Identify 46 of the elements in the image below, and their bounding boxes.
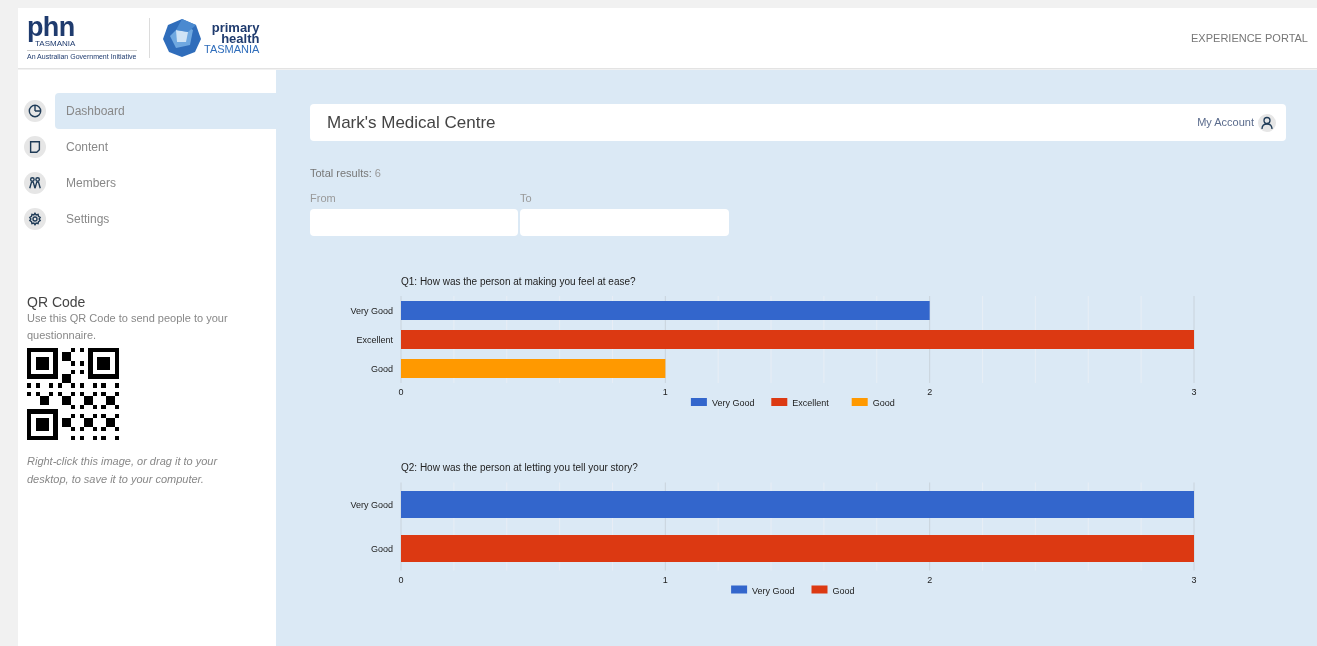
field-label: To	[520, 191, 533, 205]
axis-tick-label: 2	[927, 386, 933, 397]
total-results-label: Total results:	[310, 166, 372, 181]
sidebar-item[interactable]: Content	[55, 129, 276, 165]
axis-tick-label: 3	[1191, 574, 1197, 584]
chart-title: Q2: How was the person at letting you tell your story?	[401, 461, 638, 473]
to-date-field[interactable]	[520, 208, 729, 236]
legend-label: Good	[832, 585, 855, 595]
sidebar-item[interactable]: Dashboard	[55, 93, 276, 129]
axis-tick-label: 2	[927, 574, 933, 584]
legend-label: Excellent	[792, 397, 829, 408]
legend-label: Very Good	[711, 397, 755, 408]
page-title: Mark's Medical Centre	[327, 111, 496, 134]
people-icon	[24, 172, 46, 194]
user-icon[interactable]	[1258, 113, 1276, 132]
page-icon	[24, 136, 46, 158]
sidebar-item[interactable]: Members	[55, 165, 276, 201]
category-label: Excellent	[356, 334, 393, 344]
from-date-field[interactable]	[310, 208, 518, 236]
brand-region: TASMANIA	[204, 43, 260, 55]
category-label: Very Good	[350, 305, 393, 315]
field-label: From	[310, 191, 337, 205]
qr-hint: Right-click this image, or drag it to your desktop, to save it to your computer.	[27, 454, 219, 487]
total-results-value: 6	[374, 166, 381, 181]
brand-subtitle: TASMANIA	[35, 39, 77, 48]
qr-title: QR Code	[27, 294, 87, 310]
axis-tick-label: 1	[662, 386, 668, 397]
axis-tick-label: 0	[398, 574, 404, 584]
axis-tick-label: 3	[1191, 386, 1197, 397]
chart-title: Q1: How was the person at making you feel at ease?	[401, 275, 636, 287]
axis-tick-label: 1	[662, 574, 668, 584]
axis-tick-label: 0	[398, 386, 404, 397]
qr-code[interactable]	[27, 348, 119, 440]
settings-icon	[24, 208, 46, 230]
legend-label: Good	[872, 397, 895, 408]
category-label: Very Good	[350, 499, 393, 509]
pie-chart-icon	[24, 100, 46, 122]
category-label: Good	[370, 363, 393, 373]
category-label: Good	[370, 543, 393, 553]
brand-name: primary	[211, 21, 260, 33]
logo-icon	[162, 18, 202, 58]
legend-label: Very Good	[752, 585, 795, 595]
my-account-link[interactable]: My Account	[1197, 114, 1254, 131]
portal-title: EXPERIENCE PORTAL	[1191, 30, 1308, 46]
qr-description: Use this QR Code to send people to your questionnaire.	[27, 311, 229, 343]
sidebar-item[interactable]: Settings	[55, 201, 276, 237]
